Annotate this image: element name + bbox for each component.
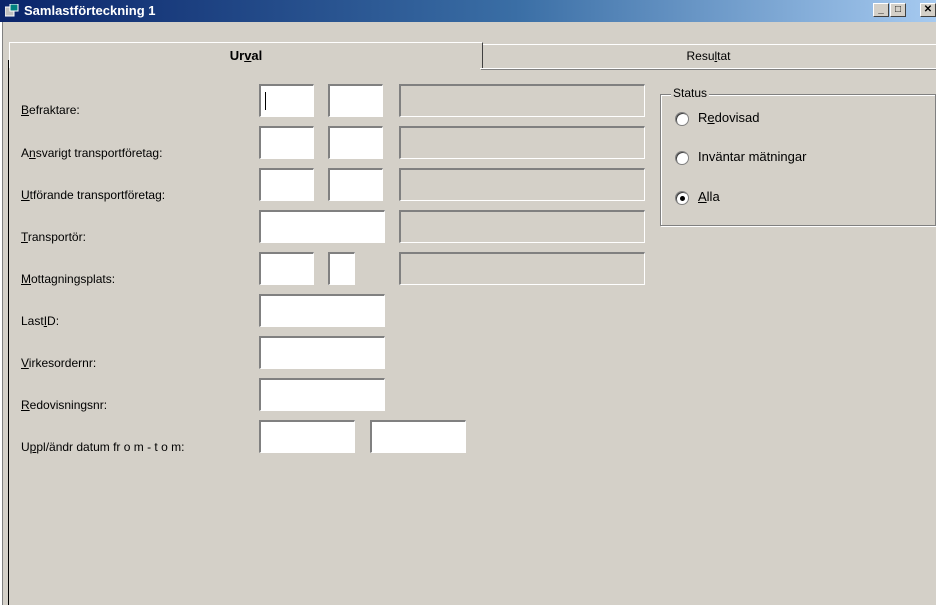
- utforande-sub-input[interactable]: [328, 168, 383, 201]
- window-title: Samlastförteckning 1: [24, 3, 156, 18]
- maximize-icon[interactable]: □: [890, 3, 906, 17]
- tab-divider-shadow: [481, 69, 936, 70]
- radio-invantar[interactable]: [675, 151, 689, 165]
- panel-border-left: [8, 60, 9, 605]
- virkesordernr-input[interactable]: [259, 336, 385, 369]
- mottagningsplats-sub-input[interactable]: [328, 252, 355, 285]
- befraktare-name-display: [399, 84, 645, 117]
- befraktare-label: Befraktare:: [21, 103, 80, 117]
- tab-resultat-label: Resultat: [686, 49, 731, 63]
- title-bar[interactable]: Samlastförteckning 1 _ □ ✕: [0, 0, 936, 22]
- radio-redovisad[interactable]: [675, 112, 689, 126]
- close-icon[interactable]: ✕: [920, 3, 936, 17]
- tab-urval[interactable]: Urval: [9, 42, 483, 68]
- radio-alla[interactable]: [675, 191, 689, 205]
- radio-invantar-label[interactable]: Inväntar mätningar: [698, 149, 806, 164]
- redovisningsnr-label: Redovisningsnr:: [21, 398, 108, 412]
- virkesordernr-label: Virkesordernr:: [21, 356, 97, 370]
- transportor-input[interactable]: [259, 210, 385, 243]
- window-frame-left: [0, 22, 3, 605]
- tab-urval-label: Urval: [229, 48, 263, 63]
- mottagningsplats-code-input[interactable]: [259, 252, 314, 285]
- utforande-name-display: [399, 168, 645, 201]
- main-window: Samlastförteckning 1 _ □ ✕ Resultat Urva…: [0, 0, 936, 605]
- mottagningsplats-label: Mottagningsplats:: [21, 272, 116, 286]
- datum-from-input[interactable]: [259, 420, 355, 453]
- text-caret: [265, 92, 266, 110]
- status-group-title: Status: [671, 86, 710, 100]
- ansvarigt-sub-input[interactable]: [328, 126, 383, 159]
- transportor-label: Transportör:: [21, 230, 86, 244]
- app-icon: [5, 4, 19, 17]
- mottagningsplats-name-display: [399, 252, 645, 285]
- datum-tom-input[interactable]: [370, 420, 466, 453]
- radio-alla-label[interactable]: Alla: [698, 189, 720, 204]
- tab-resultat[interactable]: Resultat: [480, 44, 936, 67]
- redovisningsnr-input[interactable]: [259, 378, 385, 411]
- befraktare-sub-input[interactable]: [328, 84, 383, 117]
- utforande-label: Utförande transportföretag:: [21, 188, 166, 202]
- radio-redovisad-label[interactable]: Redovisad: [698, 110, 759, 125]
- transportor-name-display: [399, 210, 645, 243]
- minimize-icon[interactable]: _: [873, 3, 889, 17]
- utforande-code-input[interactable]: [259, 168, 314, 201]
- ansvarigt-code-input[interactable]: [259, 126, 314, 159]
- lastid-label: LastID:: [21, 314, 60, 328]
- ansvarigt-name-display: [399, 126, 645, 159]
- befraktare-code-input[interactable]: [259, 84, 314, 117]
- ansvarigt-label: Ansvarigt transportföretag:: [21, 146, 163, 160]
- lastid-input[interactable]: [259, 294, 385, 327]
- datum-label: Uppl/ändr datum fr o m - t o m:: [21, 440, 185, 454]
- radio-selected-dot: [680, 196, 685, 201]
